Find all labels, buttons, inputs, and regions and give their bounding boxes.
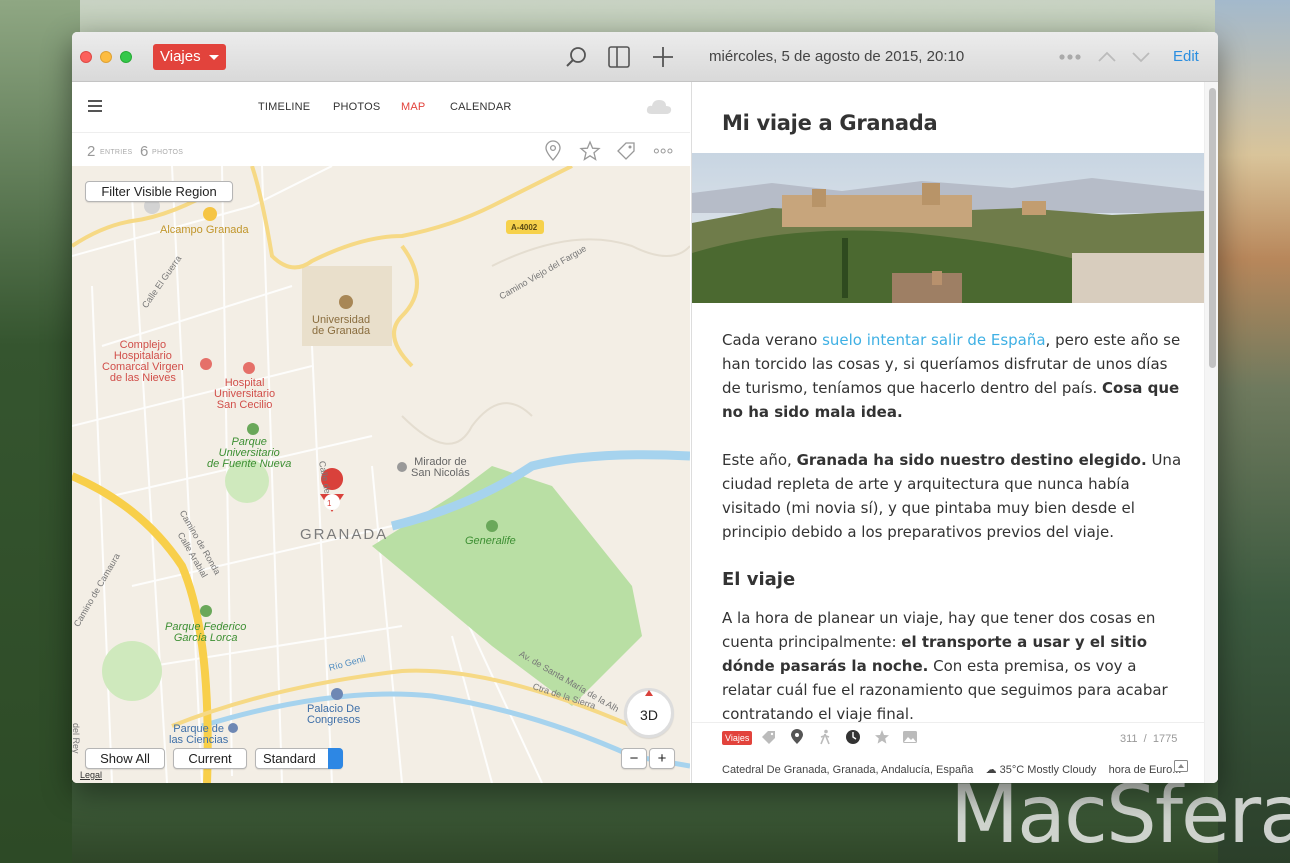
entry-hero-photo[interactable] — [692, 153, 1204, 303]
paragraph-1: Cada verano suelo intentar salir de Espa… — [722, 328, 1187, 424]
cloud-sync-icon[interactable] — [645, 97, 673, 117]
clock-icon[interactable] — [845, 729, 861, 745]
more-options-icon[interactable] — [1056, 44, 1084, 70]
map-label-parque-universitario: Parque Universitario de Fuente Nueva — [207, 436, 292, 470]
count-separator: / — [1143, 733, 1147, 745]
entry-title[interactable]: Mi viaje a Granada — [722, 111, 938, 135]
p2-bold: Granada ha sido nuestro destino elegido. — [796, 451, 1147, 469]
desktop-background-right — [1215, 0, 1290, 863]
map-city-label: GRANADA — [300, 526, 389, 543]
map-label-parque-federico: Parque Federico García Lorca — [165, 621, 247, 644]
inline-link[interactable]: suelo intentar salir de España — [822, 331, 1045, 349]
char-count: 1775 — [1152, 733, 1178, 745]
location-pin-icon[interactable] — [542, 140, 564, 162]
show-all-button[interactable]: Show All — [85, 748, 165, 769]
map-label-universidad: Universidad de Granada — [312, 314, 371, 337]
map-label-generalife: Generalife — [465, 535, 516, 547]
scrollbar-thumb[interactable] — [1209, 88, 1216, 368]
map-label-palacio: Palacio De Congresos — [307, 703, 361, 726]
app-window: Viajes miércoles, 5 de agosto de 2015, 2… — [72, 32, 1218, 783]
stepper-arrows-icon — [328, 748, 343, 769]
star-icon[interactable] — [579, 140, 601, 162]
filter-visible-region-button[interactable]: Filter Visible Region — [85, 181, 233, 202]
timezone-text[interactable]: hora de Euro... — [1109, 764, 1182, 776]
entry-date[interactable]: miércoles, 5 de agosto de 2015, 20:10 — [709, 48, 964, 65]
location-text[interactable]: Catedral De Granada, Granada, Andalucía,… — [722, 764, 973, 776]
location-icon[interactable] — [789, 729, 805, 745]
chevron-down-icon[interactable] — [1127, 44, 1155, 70]
map-canvas — [72, 166, 690, 783]
journal-tag-badge[interactable]: Viajes — [722, 731, 753, 745]
minimize-window-button[interactable] — [100, 51, 112, 63]
weather-text[interactable]: 35°C Mostly Cloudy — [1000, 764, 1097, 776]
compass-north-icon — [645, 690, 653, 696]
p1-text-a: Cada verano — [722, 331, 823, 349]
legal-link[interactable]: Legal — [80, 770, 102, 780]
entry-metadata: Catedral De Granada, Granada, Andalucía,… — [722, 763, 1181, 776]
map-view[interactable]: A-4002 1 Alcampo Granada Universidad de … — [72, 166, 690, 783]
photos-count: 6 — [140, 143, 149, 160]
entry-footer: Viajes 311 / 1775 Catedral De Granada, G… — [692, 722, 1204, 783]
p2-text-a: Este año, — [722, 451, 797, 469]
collapse-footer-icon[interactable] — [1174, 760, 1188, 772]
map-label-hospital: Hospital Universitario San Cecilio — [214, 377, 276, 411]
section-heading: El viaje — [722, 569, 796, 590]
zoom-window-button[interactable] — [120, 51, 132, 63]
close-window-button[interactable] — [80, 51, 92, 63]
chevron-up-icon[interactable] — [1093, 44, 1121, 70]
more-filters-icon[interactable] — [653, 140, 675, 162]
add-entry-icon[interactable] — [649, 44, 677, 70]
road-badge: A-4002 — [511, 223, 538, 232]
tab-photos[interactable]: PHOTOS — [333, 101, 380, 113]
entry-body[interactable]: Cada verano suelo intentar salir de Espa… — [722, 328, 1187, 750]
sidebar-toggle-icon[interactable] — [605, 44, 633, 70]
left-pane: TIMELINE PHOTOS MAP CALENDAR 2 ENTRIES 6… — [72, 82, 690, 783]
street-el-rey: del Rey — [72, 723, 81, 754]
tab-calendar[interactable]: CALENDAR — [450, 101, 512, 113]
map-label-parque-ciencias: Parque de las Ciencias — [169, 723, 229, 746]
hamburger-menu-icon[interactable] — [88, 100, 102, 112]
map-type-select[interactable]: Standard — [255, 748, 343, 769]
tag-icon[interactable] — [761, 729, 777, 745]
current-location-button[interactable]: Current — [173, 748, 247, 769]
map-label-mirador: Mirador de San Nicolás — [411, 456, 470, 479]
entry-pane: Mi viaje a Granada Cada verano suelo int… — [691, 82, 1218, 783]
journal-selector[interactable]: Viajes — [153, 44, 226, 70]
tab-map[interactable]: MAP — [401, 101, 425, 113]
map-type-value: Standard — [263, 751, 316, 766]
word-char-counts: 311 / 1775 — [1120, 733, 1177, 745]
entries-label: ENTRIES — [100, 149, 133, 156]
edit-button[interactable]: Edit — [1173, 48, 1199, 65]
tag-icon[interactable] — [615, 140, 637, 162]
activity-walking-icon[interactable] — [817, 729, 833, 745]
stats-bar: 2 ENTRIES 6 PHOTOS — [72, 132, 690, 166]
paragraph-3: A la hora de planear un viaje, hay que t… — [722, 606, 1187, 726]
photo-icon[interactable] — [902, 729, 918, 745]
map-label-complejo: Complejo Hospitalario Comarcal Virgen de… — [102, 339, 184, 384]
caret-down-icon — [209, 55, 219, 60]
paragraph-2: Este año, Granada ha sido nuestro destin… — [722, 448, 1187, 544]
star-icon[interactable] — [874, 729, 890, 745]
entries-count: 2 — [87, 143, 96, 160]
journal-selector-label: Viajes — [160, 48, 201, 65]
word-count: 311 — [1120, 733, 1138, 745]
desktop-background-left — [0, 0, 80, 863]
zoom-in-button[interactable]: + — [649, 748, 675, 769]
photos-label: PHOTOS — [152, 149, 184, 156]
zoom-out-button[interactable]: − — [621, 748, 647, 769]
weather-icon: ☁ — [985, 764, 997, 776]
tab-timeline[interactable]: TIMELINE — [258, 101, 310, 113]
map-label-alcampo: Alcampo Granada — [160, 224, 249, 236]
search-icon[interactable] — [562, 44, 590, 70]
titlebar: Viajes miércoles, 5 de agosto de 2015, 2… — [72, 32, 1218, 82]
scrollbar[interactable] — [1204, 82, 1218, 783]
